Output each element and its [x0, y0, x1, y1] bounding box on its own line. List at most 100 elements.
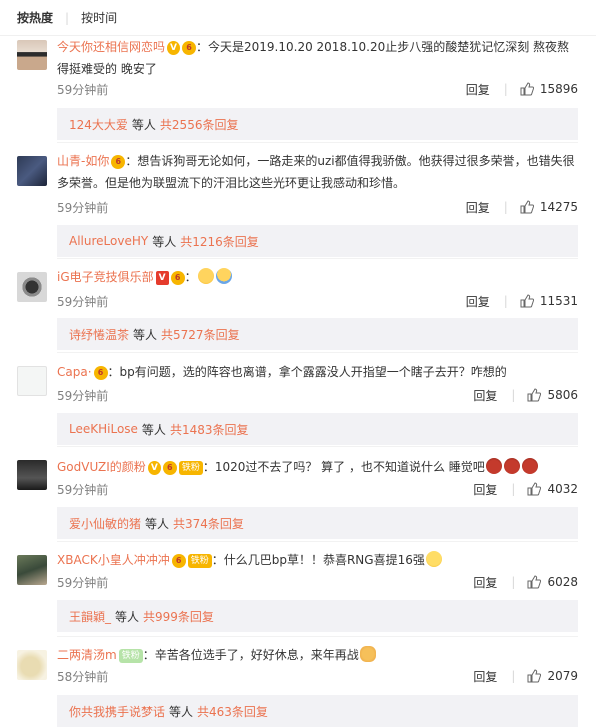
sub-reply-suffix: 等人	[145, 516, 170, 531]
comment-body: iG电子竞技俱乐部 V 6：	[57, 266, 578, 288]
thumbs-up-icon	[527, 388, 542, 402]
sub-reply-summary[interactable]: AllureLoveHY 等人 共1216条回复	[57, 225, 578, 257]
username-link[interactable]: 今天你还相信网恋吗	[57, 40, 165, 54]
red-emoji-icon	[503, 458, 520, 474]
sub-reply-summary[interactable]: LeeKHiLose 等人 共1483条回复	[57, 413, 578, 445]
like-button[interactable]: 6028	[527, 575, 578, 589]
like-button[interactable]: 15896	[520, 82, 578, 96]
reply-button[interactable]: 回复	[466, 293, 490, 310]
avatar[interactable]	[17, 40, 47, 70]
sort-by-hot-tab[interactable]: 按热度	[17, 9, 53, 26]
comment-text: ：bp有问题，选的阵容也离谱，拿个露露没人开指望一个瞎子去开？咋想的	[107, 365, 507, 379]
sub-reply-count-link[interactable]: 共463条回复	[197, 703, 268, 720]
sub-reply-user-link[interactable]: 诗纾惓温茶	[69, 326, 129, 343]
sub-reply-summary[interactable]: 诗纾惓温茶 等人 共5727条回复	[57, 318, 578, 350]
fan-badge-icon: 铁粉	[178, 461, 203, 475]
comment-item: GodVUZI的颜粉 V 6 铁粉 ：1020过不去了吗？ 算了 ，也不知道说什么 睡觉…	[0, 452, 596, 540]
sub-reply-user-link[interactable]: 你共我携手说梦话	[69, 703, 165, 720]
sub-reply-summary[interactable]: 124大大爱 等人 共2556条回复	[57, 108, 578, 140]
avatar[interactable]	[17, 366, 47, 396]
avatar[interactable]	[17, 156, 47, 186]
sub-reply-user-link[interactable]: 王韻穎_	[69, 608, 111, 625]
avatar[interactable]	[17, 650, 47, 680]
username-link[interactable]: XBACK小皇人冲冲冲	[57, 553, 170, 567]
meta-separator: |	[511, 575, 516, 589]
red-emoji-icon	[521, 458, 538, 474]
like-count: 5806	[547, 388, 578, 402]
vip-badge-icon: 6	[170, 271, 185, 285]
verified-badge-icon: V	[155, 271, 169, 285]
reply-button[interactable]: 回复	[473, 387, 497, 404]
comment-body: 今天你还相信网恋吗 V 6 ：今天是2019.10.20 2018.10.20止步八强…	[57, 36, 578, 80]
like-count: 14275	[539, 200, 578, 214]
comment-meta: 59分钟前 回复 | 14275	[57, 197, 578, 217]
comment-body: Capa· 6 ：bp有问题，选的阵容也离谱，拿个露露没人开指望一个瞎子去开？咋想的	[57, 361, 578, 383]
comment-time: 59分钟前	[57, 82, 109, 97]
sub-reply-suffix: 等人	[133, 327, 158, 342]
sub-reply-count-link[interactable]: 共2556条回复	[160, 116, 239, 133]
reply-button[interactable]: 回复	[473, 481, 497, 498]
like-button[interactable]: 5806	[527, 388, 578, 402]
comment-divider	[57, 541, 578, 542]
vip-badge-icon: 6	[111, 155, 126, 169]
reply-button[interactable]: 回复	[466, 81, 490, 98]
comment-body: 二两清汤m 铁粉 ：辛苦各位选手了，好好休息，来年再战	[57, 644, 578, 666]
sub-reply-user-link[interactable]: 124大大爱	[69, 116, 128, 133]
sub-reply-count-link[interactable]: 共374条回复	[173, 515, 244, 532]
comment-item: 山青-如你 6 ：想告诉狗哥无论如何，一路走来的uzi都值得我骄傲。他获得过很多荣誉…	[0, 148, 596, 257]
thumbs-up-icon	[527, 669, 542, 683]
comment-meta: 59分钟前 回复 | 4032	[57, 479, 578, 499]
comment-item: 今天你还相信网恋吗 V 6 ：今天是2019.10.20 2018.10.20止步八强…	[0, 36, 596, 140]
sub-reply-count-link[interactable]: 共1216条回复	[180, 233, 259, 250]
sub-reply-summary[interactable]: 王韻穎_ 等人 共999条回复	[57, 600, 578, 632]
sub-reply-user-link[interactable]: AllureLoveHY	[69, 234, 148, 248]
verified-badge-icon: V	[167, 41, 181, 55]
thumbs-up-icon	[527, 575, 542, 589]
vip-badge-icon: 6	[171, 554, 186, 568]
sub-reply-summary[interactable]: 你共我携手说梦话 等人 共463条回复	[57, 695, 578, 727]
username-link[interactable]: Capa·	[57, 365, 92, 379]
reply-button[interactable]: 回复	[473, 668, 497, 685]
reply-button[interactable]: 回复	[473, 574, 497, 591]
username-link[interactable]: GodVUZI的颜粉	[57, 460, 146, 474]
like-button[interactable]: 2079	[527, 669, 578, 683]
thumbs-up-icon	[520, 82, 534, 96]
comment-time: 59分钟前	[57, 294, 109, 309]
thumbs-up-icon	[520, 294, 534, 308]
avatar[interactable]	[17, 555, 47, 585]
username-link[interactable]: 二两清汤m	[57, 648, 117, 662]
sub-reply-count-link[interactable]: 共1483条回复	[170, 421, 249, 438]
avatar[interactable]	[17, 272, 47, 302]
username-link[interactable]: 山青-如你	[57, 154, 109, 168]
like-button[interactable]: 14275	[520, 200, 578, 214]
sort-separator: |	[65, 10, 70, 25]
avatar[interactable]	[17, 460, 47, 490]
sub-reply-user-link[interactable]: 爱小仙敏的猪	[69, 515, 141, 532]
like-count: 2079	[547, 669, 578, 683]
verified-badge-icon: V	[147, 461, 161, 475]
red-emoji-icon	[485, 458, 502, 474]
meta-separator: |	[511, 669, 516, 683]
like-count: 11531	[539, 294, 578, 308]
sort-by-time-tab[interactable]: 按时间	[81, 9, 117, 26]
comment-item: 二两清汤m 铁粉 ：辛苦各位选手了，好好休息，来年再战 58分钟前 回复 | 207…	[0, 642, 596, 728]
meta-separator: |	[503, 294, 508, 308]
like-button[interactable]: 11531	[520, 294, 578, 308]
sub-reply-count-link[interactable]: 共999条回复	[143, 608, 214, 625]
sub-reply-count-link[interactable]: 共5727条回复	[161, 326, 240, 343]
username-link[interactable]: iG电子竞技俱乐部	[57, 270, 154, 284]
comment-meta: 58分钟前 回复 | 2079	[57, 666, 578, 686]
comment-text: ：什么几巴bp草！！恭喜RNG喜提16强	[211, 553, 425, 567]
meta-separator: |	[503, 200, 508, 214]
sub-reply-user-link[interactable]: LeeKHiLose	[69, 422, 138, 436]
comment-item: iG电子竞技俱乐部 V 6： 59分钟前 回复 | 11531 诗纾惓温茶 等人 共…	[0, 264, 596, 350]
thumbs-up-icon	[520, 200, 534, 214]
crying-emoji-icon	[197, 268, 214, 284]
meta-separator: |	[503, 82, 508, 96]
comment-item: Capa· 6 ：bp有问题，选的阵容也离谱，拿个露露没人开指望一个瞎子去开？咋想的…	[0, 358, 596, 445]
comment-divider	[57, 636, 578, 637]
sub-reply-summary[interactable]: 爱小仙敏的猪 等人 共374条回复	[57, 507, 578, 539]
reply-button[interactable]: 回复	[466, 199, 490, 216]
shrug-emoji-icon	[215, 268, 232, 284]
like-button[interactable]: 4032	[527, 482, 578, 496]
